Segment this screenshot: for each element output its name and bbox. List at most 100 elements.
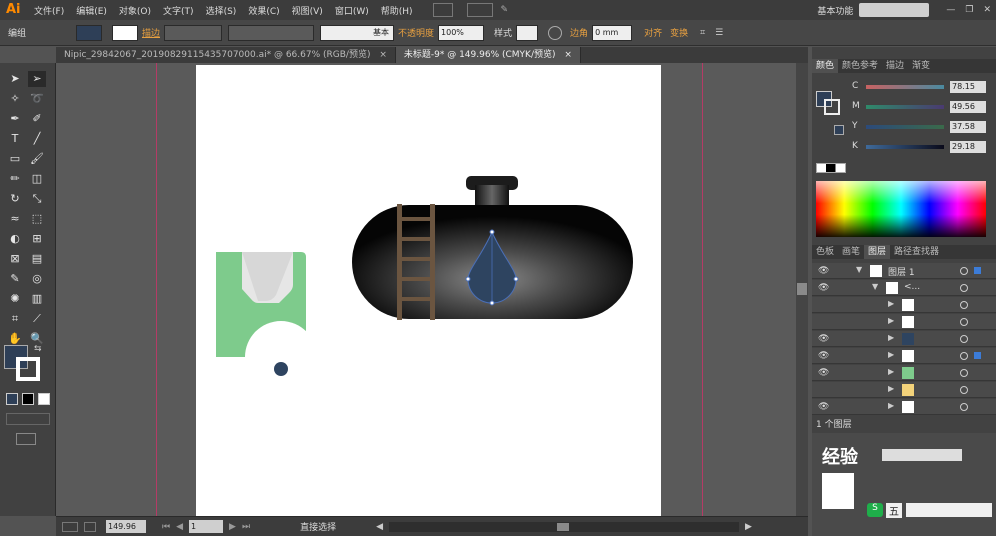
tab-stroke[interactable]: 描边 [882, 59, 908, 73]
swap-colors-icon[interactable]: ⇆ [34, 344, 42, 354]
search-input[interactable] [859, 3, 930, 17]
style-swatch[interactable] [516, 24, 539, 41]
tab-swatches[interactable]: 色板 [812, 245, 838, 259]
target-circle-icon[interactable] [960, 318, 968, 326]
stroke-swatch[interactable] [112, 24, 138, 41]
gradient-mode-icon[interactable] [22, 393, 34, 405]
export-icon[interactable] [84, 521, 96, 532]
blend-tool-icon[interactable]: ◎ [28, 271, 46, 287]
slider-k[interactable]: K 29.18 [852, 141, 992, 153]
symbol-sprayer-icon[interactable]: ✺ [6, 291, 24, 307]
arrange-documents-icon[interactable] [466, 3, 493, 17]
expand-triangle-icon[interactable]: ▶ [888, 401, 894, 410]
slider-m-value[interactable]: 49.56 [950, 101, 986, 113]
corner-label[interactable]: 边角 [566, 26, 592, 39]
tab-color[interactable]: 颜色 [812, 59, 839, 73]
visibility-eye-icon[interactable]: 👁 [818, 283, 829, 293]
mesh-tool-icon[interactable]: ⊠ [6, 251, 24, 267]
scroll-left-icon[interactable]: ◀ [376, 522, 383, 532]
target-circle-icon[interactable] [960, 335, 968, 343]
pencil-tool-icon[interactable]: ✏ [6, 171, 24, 187]
tab-document-1[interactable]: Nipic_29842067_20190829115435707000.ai* … [56, 47, 396, 63]
expand-triangle-icon[interactable]: ▼ [872, 282, 878, 291]
direct-selection-tool-icon[interactable]: ➢ [28, 71, 46, 87]
opacity-label[interactable]: 不透明度 [394, 26, 438, 39]
recolor-icon[interactable] [548, 25, 563, 40]
rotate-tool-icon[interactable]: ↻ [6, 191, 24, 207]
menu-type[interactable]: 文字(T) [157, 4, 200, 17]
slider-m[interactable]: M 49.56 [852, 101, 992, 113]
next-page-icon[interactable]: ▶ [229, 522, 236, 532]
isolate-icon[interactable]: ⌗ [700, 28, 705, 38]
menu-select[interactable]: 选择(S) [200, 4, 243, 17]
close-icon[interactable]: ✕ [978, 5, 996, 15]
corner-field[interactable]: 0 mm [592, 24, 633, 41]
visibility-eye-icon[interactable]: 👁 [818, 351, 829, 361]
horizontal-scrollbar[interactable] [389, 521, 739, 532]
target-circle-icon[interactable] [960, 301, 968, 309]
eraser-tool-icon[interactable]: ◫ [28, 171, 46, 187]
expand-triangle-icon[interactable]: ▶ [888, 367, 894, 376]
visibility-eye-icon[interactable]: 👁 [818, 402, 829, 412]
menu-object[interactable]: 对象(O) [113, 4, 157, 17]
slider-y-value[interactable]: 37.58 [950, 121, 986, 133]
workspace-switcher[interactable]: 基本功能 [817, 4, 859, 17]
vertical-scrollbar[interactable] [796, 63, 808, 516]
layer-name[interactable]: 图层 1 [888, 265, 915, 278]
menu-help[interactable]: 帮助(H) [375, 4, 419, 17]
truck-wheel[interactable] [274, 362, 288, 376]
menu-file[interactable]: 文件(F) [28, 4, 70, 17]
variable-width-select[interactable] [228, 24, 315, 41]
brush-select[interactable]: 基本 [320, 24, 395, 41]
first-page-icon[interactable]: ⏮ [162, 522, 170, 532]
perspective-grid-icon[interactable]: ⊞ [28, 231, 46, 247]
menu-view[interactable]: 视图(V) [286, 4, 329, 17]
tab-gradient[interactable]: 渐变 [908, 59, 934, 73]
layer-row-item[interactable]: ▶ [812, 314, 996, 330]
last-page-icon[interactable]: ⏭ [242, 522, 250, 532]
panel-stroke-swatch[interactable] [824, 99, 840, 115]
artboard[interactable] [196, 65, 661, 516]
tab-color-guide[interactable]: 颜色参考 [838, 59, 882, 73]
target-circle-icon[interactable] [960, 403, 968, 411]
zoom-field[interactable]: 149.96 [106, 520, 146, 533]
page-field[interactable]: 1 [189, 520, 224, 533]
layer-row-group[interactable]: 👁 ▼ <... [812, 280, 996, 296]
tank-cap-neck[interactable] [475, 185, 509, 207]
ime-logo-icon[interactable]: S [867, 503, 883, 517]
stroke-label[interactable]: 描边 [138, 26, 164, 39]
tab-layers[interactable]: 图层 [864, 245, 891, 259]
selected-square-icon[interactable] [974, 352, 981, 359]
draw-mode-icons[interactable] [6, 413, 50, 425]
pen-tool-icon[interactable]: ✒ [6, 111, 24, 127]
target-circle-icon[interactable] [960, 386, 968, 394]
paintbrush-icon[interactable]: 🖌 [28, 151, 46, 167]
lasso-icon[interactable]: ➰ [28, 91, 46, 107]
visibility-eye-icon[interactable]: 👁 [818, 368, 829, 378]
target-circle-icon[interactable] [960, 352, 968, 360]
stroke-color-box[interactable] [16, 357, 40, 381]
visibility-eye-icon[interactable]: 👁 [818, 266, 829, 276]
slider-k-value[interactable]: 29.18 [950, 141, 986, 153]
expand-triangle-icon[interactable]: ▶ [888, 299, 894, 308]
restore-icon[interactable]: ❐ [960, 5, 978, 15]
scroll-right-icon[interactable]: ▶ [745, 522, 752, 532]
target-circle-icon[interactable] [960, 369, 968, 377]
stroke-weight-field[interactable] [164, 24, 223, 41]
color-spectrum[interactable] [816, 181, 986, 237]
scale-tool-icon[interactable]: ⤡ [28, 191, 46, 207]
tab-pathfinder[interactable]: 路径查找器 [890, 245, 943, 259]
menu-edit[interactable]: 编辑(E) [70, 4, 113, 17]
target-circle-icon[interactable] [960, 267, 968, 275]
out-of-gamut-swatch[interactable] [834, 125, 844, 135]
layer-row-item[interactable]: 👁 ▶ [812, 331, 996, 347]
prev-page-icon[interactable]: ◀ [176, 522, 183, 532]
layer-row-item[interactable]: ▶ [812, 382, 996, 398]
none-black-white-swatches[interactable] [816, 163, 846, 173]
ime-toolbar[interactable] [906, 503, 992, 517]
gradient-tool-icon[interactable]: ▤ [28, 251, 46, 267]
expand-triangle-icon[interactable]: ▶ [888, 384, 894, 393]
selection-tool-icon[interactable]: ➤ [6, 71, 24, 87]
ime-mode[interactable]: 五 [886, 503, 902, 518]
fill-swatch[interactable] [76, 24, 102, 41]
